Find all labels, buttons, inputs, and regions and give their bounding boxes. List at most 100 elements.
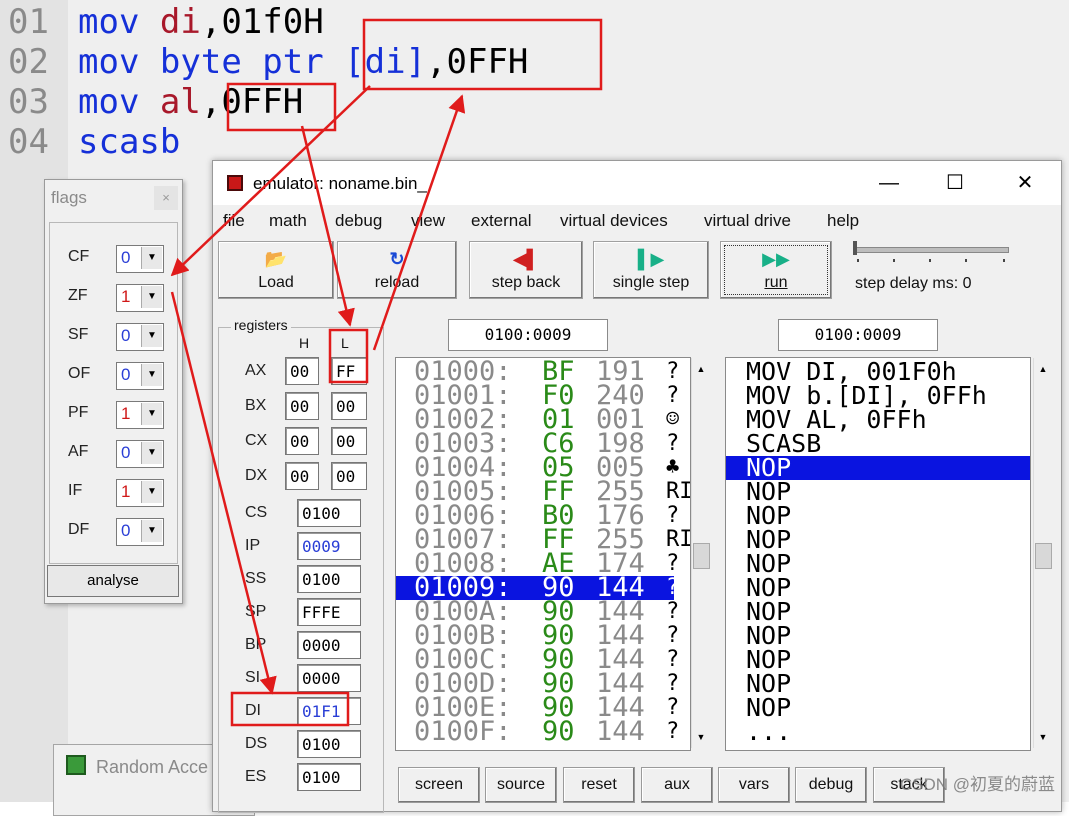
register-es-field[interactable]: 0100	[297, 763, 361, 791]
memory-row[interactable]: 0100F: 90 144?	[396, 716, 679, 747]
flag-row-pf: PF 1 ▼	[50, 399, 177, 429]
register-bx-low[interactable]: 00	[331, 392, 367, 420]
flag-select-df[interactable]: 0 ▼	[116, 518, 164, 546]
maximize-button[interactable]: ☐	[935, 169, 975, 197]
chevron-down-icon[interactable]: ▼	[141, 247, 162, 269]
flag-select-cf[interactable]: 0 ▼	[116, 245, 164, 273]
register-ss-field[interactable]: 0100	[297, 565, 361, 593]
chevron-down-icon[interactable]: ▼	[141, 325, 162, 347]
register-ax-low[interactable]: FF	[331, 357, 367, 385]
chevron-down-icon[interactable]: ▼	[141, 481, 162, 503]
flag-select-zf[interactable]: 1 ▼	[116, 284, 164, 312]
load-button[interactable]: 📂 Load	[218, 241, 334, 299]
menu-file[interactable]: file	[223, 211, 245, 231]
flag-select-sf[interactable]: 0 ▼	[116, 323, 164, 351]
code-operand: [di]	[344, 42, 427, 82]
disassembly-list[interactable]: MOV DI, 001F0h MOV b.[DI], 0FFh MOV AL, 0F…	[725, 357, 1031, 751]
chevron-down-icon[interactable]: ▼	[141, 364, 162, 386]
register-dx-low[interactable]: 00	[331, 462, 367, 490]
run-button[interactable]: ▶▶ run	[720, 241, 832, 299]
memory-char: ?	[666, 575, 680, 600]
vars-button[interactable]: vars	[718, 767, 790, 803]
menu-debug[interactable]: debug	[335, 211, 382, 231]
random-access-icon	[66, 755, 86, 775]
register-cx-high[interactable]: 00	[285, 427, 319, 455]
step-back-button[interactable]: ◀▌ step back	[469, 241, 583, 299]
flag-name: IF	[68, 482, 83, 499]
memory-address-input[interactable]: 0100:0009	[448, 319, 608, 351]
chevron-down-icon[interactable]: ▼	[141, 286, 162, 308]
register-name-bp: BP	[245, 636, 267, 653]
line-number: 04	[8, 122, 49, 162]
register-ax-high[interactable]: 00	[285, 357, 319, 385]
scroll-down-icon[interactable]: ▼	[1034, 728, 1052, 746]
menu-math[interactable]: math	[269, 211, 307, 231]
disassembly-scrollbar[interactable]: ▲ ▼	[1033, 358, 1052, 748]
register-dx-high[interactable]: 00	[285, 462, 319, 490]
minimize-button[interactable]: —	[869, 169, 909, 197]
flag-select-of[interactable]: 0 ▼	[116, 362, 164, 390]
register-name-sp: SP	[245, 603, 267, 620]
register-di-field[interactable]: 01F1	[297, 697, 361, 725]
aux-button[interactable]: aux	[641, 767, 713, 803]
flags-list: CF 0 ▼ ZF 1 ▼ SF 0 ▼ OF 0 ▼ PF 1 ▼ AF 0 ▼ IF 1 ▼ DF 0 ▼	[49, 222, 178, 564]
register-bp-field[interactable]: 0000	[297, 631, 361, 659]
flag-row-df: DF 0 ▼	[50, 516, 177, 546]
register-si-field[interactable]: 0000	[297, 664, 361, 692]
menu-virtual-devices[interactable]: virtual devices	[560, 211, 668, 231]
flag-select-pf[interactable]: 1 ▼	[116, 401, 164, 429]
flag-value: 0	[121, 248, 131, 267]
memory-char: ?	[666, 695, 680, 720]
register-name-cx: CX	[245, 432, 268, 449]
disassembly-address-input[interactable]: 0100:0009	[778, 319, 938, 351]
scroll-thumb[interactable]	[693, 543, 710, 569]
emulator-titlebar: emulator: noname.bin_ — ☐ ✕	[213, 161, 1061, 205]
register-cx-low[interactable]: 00	[331, 427, 367, 455]
flag-row-cf: CF 0 ▼	[50, 243, 177, 273]
close-button[interactable]: ✕	[1005, 169, 1045, 197]
register-sp-field[interactable]: FFFE	[297, 598, 361, 626]
scroll-thumb[interactable]	[1035, 543, 1052, 569]
step-delay-slider-thumb[interactable]	[853, 241, 857, 255]
flag-value: 1	[121, 404, 131, 423]
reset-button[interactable]: reset	[563, 767, 635, 803]
register-low-header: L	[341, 335, 349, 351]
chevron-down-icon[interactable]: ▼	[141, 520, 162, 542]
register-ip-field[interactable]: 0009	[297, 532, 361, 560]
scroll-up-icon[interactable]: ▲	[692, 360, 710, 378]
reload-button[interactable]: ↻ reload	[337, 241, 457, 299]
chevron-down-icon[interactable]: ▼	[141, 403, 162, 425]
chevron-down-icon[interactable]: ▼	[141, 442, 162, 464]
menu-external[interactable]: external	[471, 211, 531, 231]
disassembly-row[interactable]: ...	[726, 717, 1030, 746]
slider-tick	[929, 259, 931, 262]
scroll-down-icon[interactable]: ▼	[692, 728, 710, 746]
memory-char: ?	[666, 599, 680, 624]
flags-close-button[interactable]: ×	[154, 186, 178, 210]
menu-virtual-drive[interactable]: virtual drive	[704, 211, 791, 231]
memory-list[interactable]: 01000: BF 191? 01001: F0 240? 01002: 01 001 ☺ 0100…	[395, 357, 691, 751]
code-operand: ,01f0H	[200, 2, 324, 42]
menu-view[interactable]: view	[411, 211, 445, 231]
memory-char: ?	[666, 647, 680, 672]
flag-select-af[interactable]: 0 ▼	[116, 440, 164, 468]
register-ds-field[interactable]: 0100	[297, 730, 361, 758]
flag-select-if[interactable]: 1 ▼	[116, 479, 164, 507]
debug-button[interactable]: debug	[795, 767, 867, 803]
scroll-up-icon[interactable]: ▲	[1034, 360, 1052, 378]
register-name-di: DI	[245, 702, 261, 719]
register-cs-field[interactable]: 0100	[297, 499, 361, 527]
memory-char: ?	[666, 431, 680, 456]
source-button[interactable]: source	[485, 767, 557, 803]
menu-help[interactable]: help	[827, 211, 859, 231]
analyse-button[interactable]: analyse	[47, 565, 179, 597]
memory-decimal: 144	[596, 716, 645, 747]
reload-icon: ↻	[389, 249, 405, 269]
memory-scrollbar[interactable]: ▲ ▼	[691, 358, 710, 748]
single-step-button[interactable]: ▌▶ single step	[593, 241, 709, 299]
run-icon: ▶▶	[762, 249, 790, 269]
step-delay-slider[interactable]	[853, 247, 1009, 253]
screen-button[interactable]: screen	[398, 767, 480, 803]
instruction-text: ...	[746, 717, 792, 746]
register-bx-high[interactable]: 00	[285, 392, 319, 420]
